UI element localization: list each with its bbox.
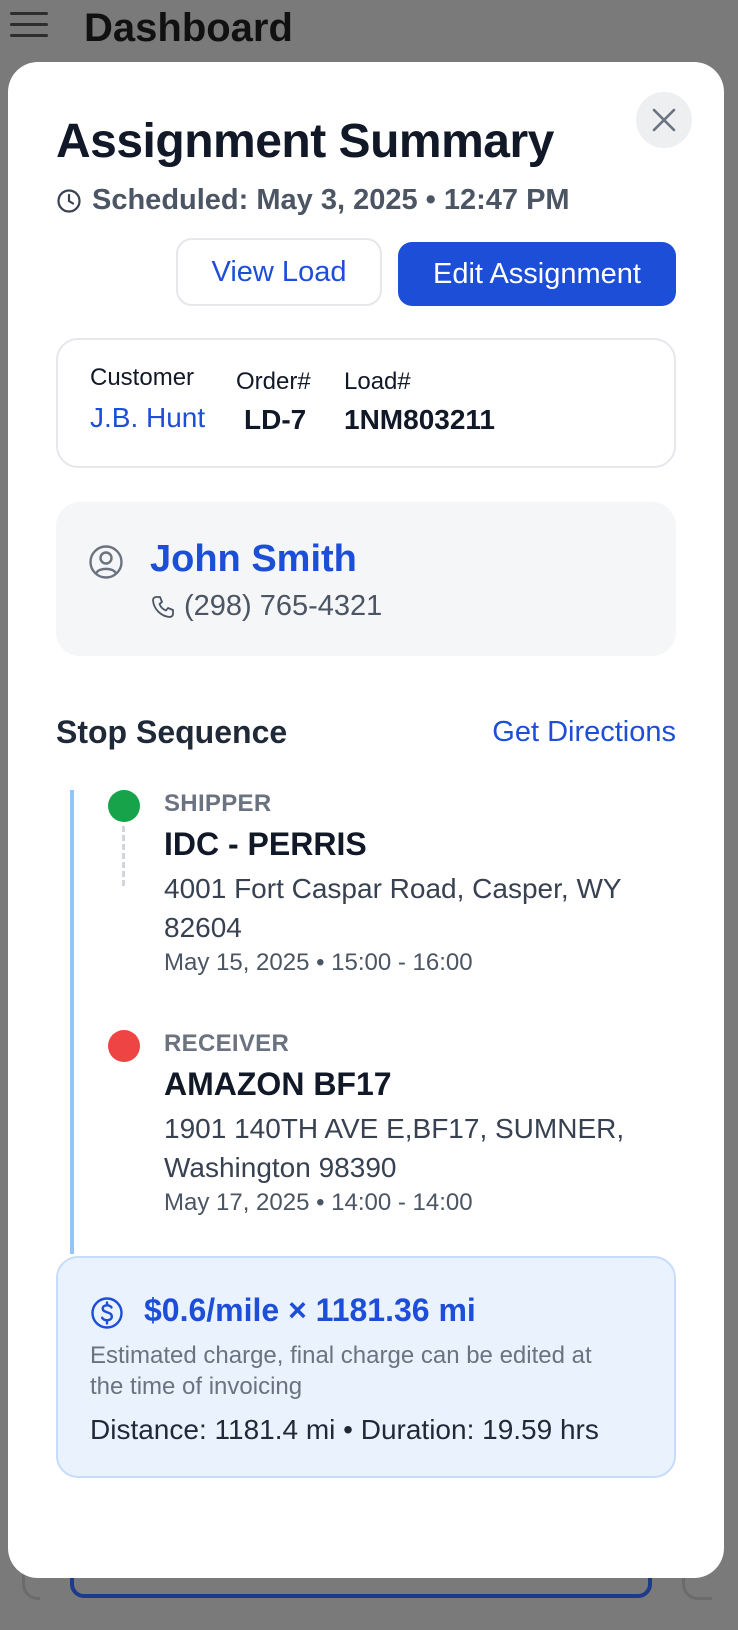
stop-address: 4001 Fort Caspar Road, Casper, WY 82604 — [164, 873, 622, 943]
dollar-icon — [91, 1297, 123, 1329]
charge-note: Estimated charge, final charge can be ed… — [90, 1342, 592, 1400]
charge-card: $0.6/mile × 1181.36 mi Estimated charge,… — [56, 1256, 676, 1478]
close-icon — [652, 108, 676, 132]
stop-address: 1901 140TH AVE E,BF17, SUMNER, Washingto… — [164, 1113, 625, 1183]
modal-title: Assignment Summary — [56, 115, 554, 168]
charge-rate: $0.6/mile × 1181.36 mi — [144, 1292, 476, 1328]
scheduled-text: Scheduled: May 3, 2025 • 12:47 PM — [92, 184, 570, 216]
receiver-dot-icon — [108, 1030, 140, 1062]
stop-type: SHIPPER — [164, 790, 272, 817]
stop-time: May 17, 2025 • 14:00 - 14:00 — [164, 1189, 473, 1216]
load-label: Load# — [344, 368, 411, 395]
driver-card: John Smith (298) 765-4321 — [56, 502, 676, 656]
edit-assignment-button[interactable]: Edit Assignment — [398, 242, 676, 306]
order-label: Order# — [236, 368, 311, 395]
customer-field: Customer J.B. Hunt — [90, 364, 205, 434]
driver-phone[interactable]: (298) 765-4321 — [150, 590, 382, 623]
stop-sequence-title: Stop Sequence — [56, 714, 288, 750]
close-button[interactable] — [636, 92, 692, 148]
scheduled-info: Scheduled: May 3, 2025 • 12:47 PM — [56, 184, 570, 217]
order-value: LD-7 — [244, 404, 307, 435]
stop-name: AMAZON BF17 — [164, 1066, 392, 1102]
app-title: Dashboard — [84, 6, 293, 50]
stop-name: IDC - PERRIS — [164, 826, 367, 862]
driver-name[interactable]: John Smith — [150, 538, 357, 581]
distance-duration: Distance: 1181.4 mi • Duration: 19.59 hr… — [90, 1414, 599, 1445]
stop-type: RECEIVER — [164, 1030, 290, 1057]
load-field: Load# 1NM803211 — [344, 368, 495, 436]
stop-item-shipper[interactable]: SHIPPER IDC - PERRIS 4001 Fort Caspar Ro… — [164, 790, 664, 977]
order-field: Order# LD-7 — [236, 368, 311, 436]
assignment-summary-modal: Assignment Summary Scheduled: May 3, 202… — [8, 62, 724, 1578]
timeline-bar — [70, 790, 74, 1254]
phone-icon — [152, 595, 174, 618]
stop-time: May 15, 2025 • 15:00 - 16:00 — [164, 949, 473, 976]
load-value: 1NM803211 — [344, 404, 496, 435]
hamburger-menu-icon[interactable] — [10, 12, 48, 42]
shipper-dot-icon — [108, 790, 140, 822]
clock-icon — [57, 188, 81, 213]
timeline-connector — [122, 826, 125, 886]
get-directions-link[interactable]: Get Directions — [488, 716, 676, 749]
user-icon — [89, 545, 123, 579]
customer-label: Customer — [90, 364, 195, 391]
app-header: Dashboard — [0, 0, 738, 62]
customer-link[interactable]: J.B. Hunt — [90, 402, 205, 434]
view-load-button[interactable]: View Load — [176, 238, 382, 306]
phone-number: (298) 765-4321 — [184, 590, 383, 622]
load-info-card: Customer J.B. Hunt Order# LD-7 Load# 1NM… — [56, 338, 676, 468]
stop-item-receiver[interactable]: RECEIVER AMAZON BF17 1901 140TH AVE E,BF… — [164, 1030, 664, 1217]
